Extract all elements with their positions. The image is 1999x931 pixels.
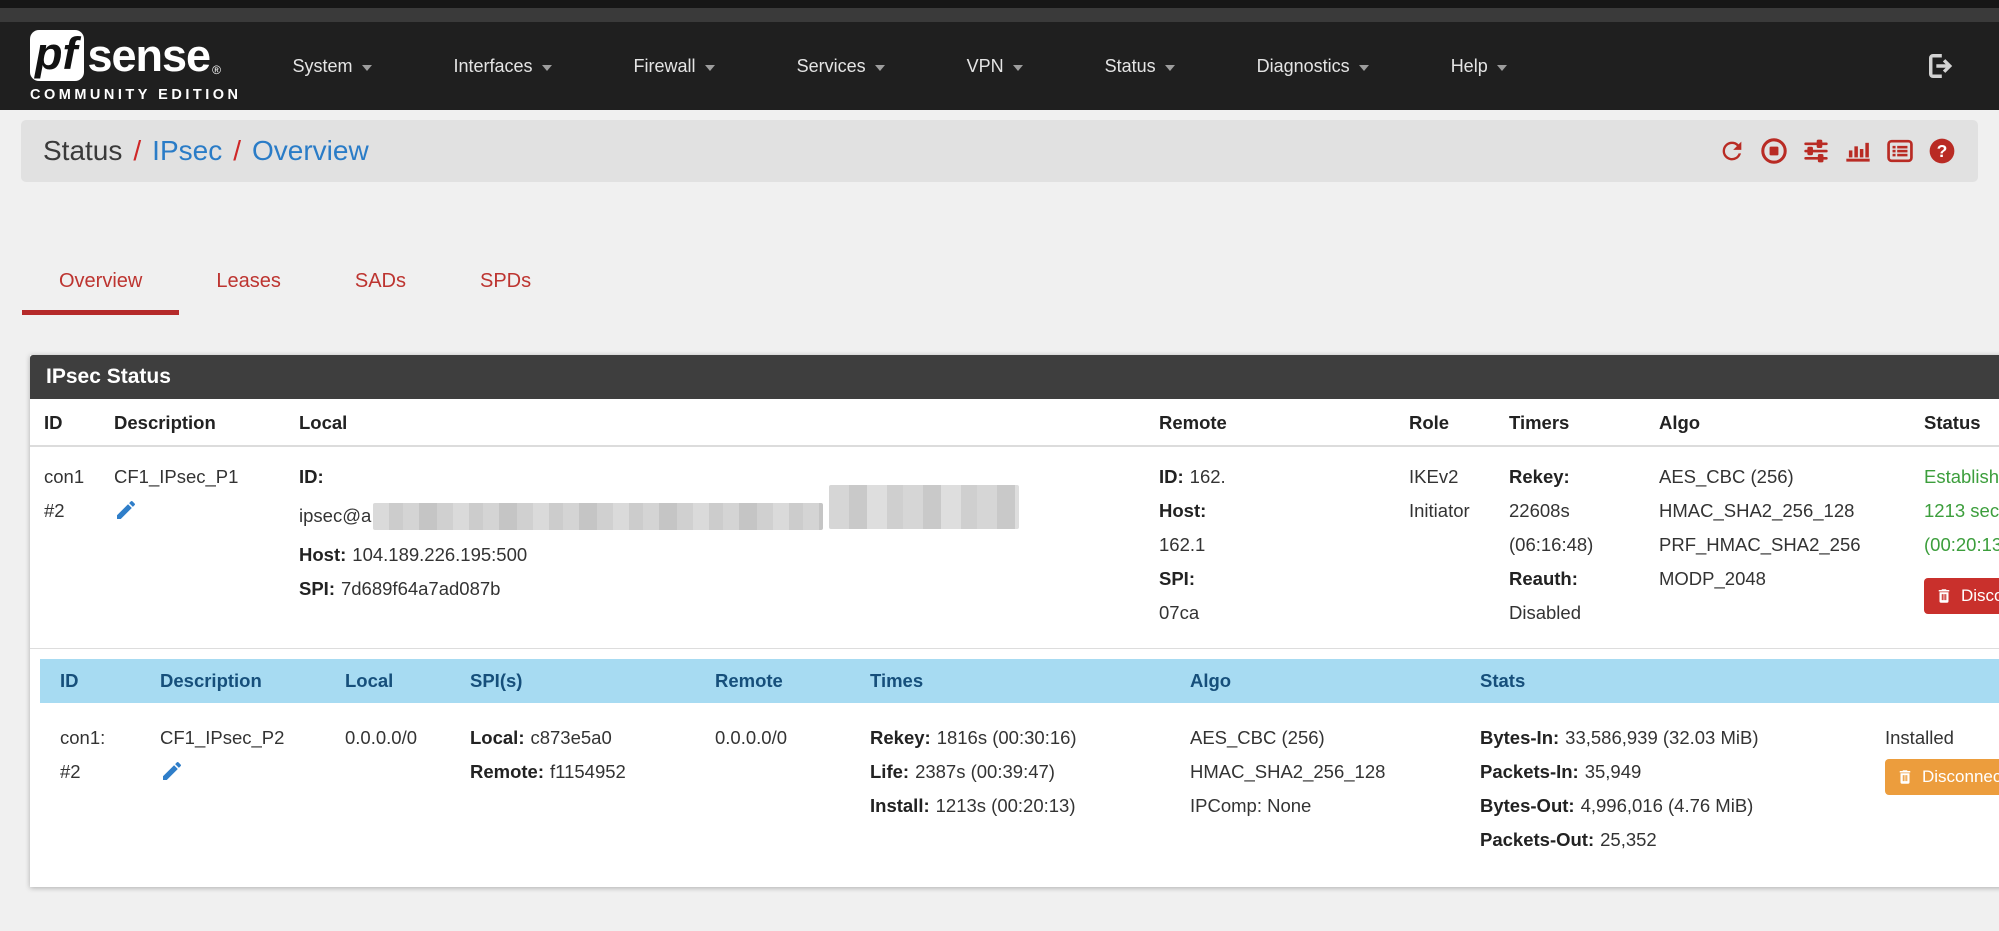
- col-header-local: Local: [330, 659, 455, 703]
- col-header-times: Times: [855, 659, 1175, 703]
- cell-spis: Local:c873e5a0 Remote:f1154952: [455, 703, 700, 861]
- cell-times: Rekey:1816s (00:30:16) Life:2387s (00:39…: [855, 703, 1175, 861]
- edit-icon[interactable]: [114, 498, 138, 522]
- col-header-algo: Algo: [1175, 659, 1465, 703]
- chevron-down-icon: [1359, 65, 1369, 71]
- chevron-down-icon: [1497, 65, 1507, 71]
- col-header-blank: [1880, 659, 1999, 703]
- bar-chart-icon[interactable]: [1844, 137, 1872, 165]
- subnav-tabs: Overview Leases SADs SPDs: [22, 270, 1999, 315]
- menu-interfaces[interactable]: Interfaces: [413, 22, 593, 110]
- col-header-local: Local: [285, 399, 1145, 445]
- logo-edition-text: COMMUNITY EDITION: [30, 87, 241, 103]
- edit-icon[interactable]: [160, 759, 184, 783]
- tab-leases[interactable]: Leases: [179, 270, 318, 315]
- stop-icon[interactable]: [1760, 137, 1788, 165]
- menu-vpn[interactable]: VPN: [926, 22, 1064, 110]
- col-header-timers: Timers: [1495, 399, 1645, 445]
- cell-timers: Rekey: 22608s (06:16:48) Reauth: Disable…: [1495, 447, 1645, 648]
- cell-id: con1 #2: [30, 447, 100, 648]
- cell-local: ID: ipsec@a Host:104.189.226.195:500 SPI…: [285, 447, 1145, 648]
- col-header-remote: Remote: [700, 659, 855, 703]
- cell-description: CF1_IPsec_P2: [145, 703, 330, 861]
- col-header-description: Description: [100, 399, 285, 445]
- disconnect-button[interactable]: Disconnect: [1885, 759, 1999, 795]
- cell-id: con1: #2: [40, 703, 145, 861]
- status-text: (00:20:13): [1924, 528, 1999, 562]
- cell-status: Established 1213 seconds (00:20:13) Disc…: [1910, 447, 1999, 648]
- status-text: 1213 seconds: [1924, 494, 1999, 528]
- tab-overview[interactable]: Overview: [22, 270, 179, 315]
- logo-sense-text: sense: [87, 33, 210, 78]
- trash-icon: [1935, 587, 1953, 605]
- cell-remote: 0.0.0.0/0: [700, 703, 855, 861]
- redacted-block: [373, 503, 823, 530]
- breadcrumb-separator: /: [133, 135, 141, 167]
- panel-title: IPsec Status: [30, 355, 1999, 399]
- chevron-down-icon: [1013, 65, 1023, 71]
- menu-system[interactable]: System: [251, 22, 412, 110]
- cell-stats: Bytes-In:33,586,939 (32.03 MiB)Packets-I…: [1465, 703, 1880, 861]
- breadcrumb-link-overview[interactable]: Overview: [252, 135, 369, 167]
- cell-remote: ID:162. Host: 162.1 SPI: 07ca: [1145, 447, 1395, 648]
- logo-registered-mark: ®: [212, 63, 221, 77]
- p1-table-header: ID Description Local Remote Role Timers …: [30, 399, 1999, 447]
- chevron-down-icon: [362, 65, 372, 71]
- menu-services[interactable]: Services: [756, 22, 926, 110]
- menu-diagnostics[interactable]: Diagnostics: [1216, 22, 1410, 110]
- refresh-icon[interactable]: [1718, 137, 1746, 165]
- sign-out-icon[interactable]: [1925, 50, 1957, 82]
- menu-help[interactable]: Help: [1410, 22, 1548, 110]
- menu-status[interactable]: Status: [1064, 22, 1216, 110]
- col-header-id: ID: [30, 399, 100, 445]
- cell-action: Installed Disconnect: [1880, 703, 1999, 861]
- breadcrumb-section: Status: [43, 135, 122, 167]
- tab-sads[interactable]: SADs: [318, 270, 443, 315]
- pfsense-logo[interactable]: pf sense ® COMMUNITY EDITION: [30, 30, 241, 103]
- table-row: con1 #2 CF1_IPsec_P1 ID: ipsec@a Host:10…: [30, 447, 1999, 649]
- cell-algo: AES_CBC (256) HMAC_SHA2_256_128 PRF_HMAC…: [1645, 447, 1910, 648]
- top-navbar: pf sense ® COMMUNITY EDITION System Inte…: [0, 22, 1999, 110]
- col-header-description: Description: [145, 659, 330, 703]
- window-chrome-strip: [0, 0, 1999, 8]
- col-header-algo: Algo: [1645, 399, 1910, 445]
- redacted-block: [829, 485, 1019, 529]
- disconnect-button[interactable]: Disconnect: [1924, 578, 1999, 614]
- breadcrumb-link-ipsec[interactable]: IPsec: [152, 135, 222, 167]
- col-header-stats: Stats: [1465, 659, 1880, 703]
- status-text: Established: [1924, 460, 1999, 494]
- tab-spds[interactable]: SPDs: [443, 270, 568, 315]
- page-action-icons: ?: [1718, 137, 1956, 165]
- list-icon[interactable]: [1886, 137, 1914, 165]
- help-icon[interactable]: ?: [1928, 137, 1956, 165]
- main-menu: System Interfaces Firewall Services VPN …: [251, 22, 1547, 110]
- chevron-down-icon: [542, 65, 552, 71]
- table-row: con1: #2 CF1_IPsec_P2 0.0.0.0/0 Local:c8…: [40, 703, 1999, 861]
- sliders-icon[interactable]: [1802, 137, 1830, 165]
- ipsec-status-panel: IPsec Status ID Description Local Remote…: [30, 355, 1999, 887]
- cell-description: CF1_IPsec_P1: [100, 447, 285, 648]
- p2-table-header: ID Description Local SPI(s) Remote Times…: [40, 659, 1999, 703]
- col-header-remote: Remote: [1145, 399, 1395, 445]
- col-header-role: Role: [1395, 399, 1495, 445]
- chevron-down-icon: [1165, 65, 1175, 71]
- child-sa-table: ID Description Local SPI(s) Remote Times…: [30, 649, 1999, 887]
- svg-text:?: ?: [1937, 141, 1948, 161]
- breadcrumb-separator: /: [233, 135, 241, 167]
- trash-icon: [1896, 768, 1914, 786]
- chevron-down-icon: [875, 65, 885, 71]
- logo-pf-tile: pf: [30, 30, 84, 81]
- menu-firewall[interactable]: Firewall: [593, 22, 756, 110]
- browser-chrome-strip: [0, 8, 1999, 22]
- installed-status: Installed: [1885, 721, 1999, 755]
- cell-role: IKEv2 Initiator: [1395, 447, 1495, 648]
- chevron-down-icon: [705, 65, 715, 71]
- col-header-status: Status: [1910, 399, 1999, 445]
- cell-algo: AES_CBC (256) HMAC_SHA2_256_128 IPComp: …: [1175, 703, 1465, 861]
- col-header-spis: SPI(s): [455, 659, 700, 703]
- cell-local: 0.0.0.0/0: [330, 703, 455, 861]
- col-header-id: ID: [40, 659, 145, 703]
- breadcrumb: Status / IPsec / Overview: [21, 120, 1978, 182]
